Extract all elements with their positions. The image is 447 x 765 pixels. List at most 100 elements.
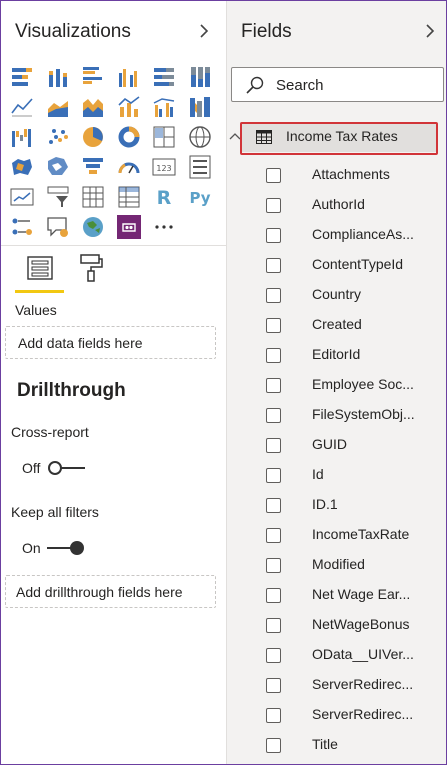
search-input[interactable]: Search (231, 67, 444, 102)
field-label: Title (312, 736, 338, 752)
values-drop-well[interactable]: Add data fields here (5, 326, 216, 359)
field-checkbox[interactable] (266, 348, 281, 363)
field-checkbox[interactable] (266, 498, 281, 513)
svg-text:R: R (157, 187, 172, 209)
field-label: AuthorId (312, 196, 365, 212)
field-item[interactable]: ComplianceAs... (227, 220, 446, 250)
line-and-stacked-column-chart-icon[interactable] (117, 95, 141, 119)
svg-text:Py: Py (189, 189, 210, 207)
field-item[interactable]: EditorId (227, 340, 446, 370)
table-icon[interactable] (81, 185, 105, 209)
field-item[interactable]: Modified (227, 550, 446, 580)
stacked-area-chart-icon[interactable] (81, 95, 105, 119)
map-icon[interactable] (188, 125, 212, 149)
stacked-column-chart-icon[interactable] (46, 65, 70, 89)
field-item[interactable]: ServerRedirec... (227, 670, 446, 700)
field-item[interactable]: Created (227, 310, 446, 340)
ribbon-chart-icon[interactable] (188, 95, 212, 119)
field-checkbox[interactable] (266, 528, 281, 543)
field-item[interactable]: ContentTypeId (227, 250, 446, 280)
chevron-right-icon[interactable] (199, 23, 209, 42)
field-item[interactable]: Id (227, 460, 446, 490)
field-checkbox[interactable] (266, 228, 281, 243)
area-chart-icon[interactable] (46, 95, 70, 119)
field-checkbox[interactable] (266, 468, 281, 483)
clustered-bar-chart-icon[interactable] (81, 65, 105, 89)
field-checkbox[interactable] (266, 678, 281, 693)
python-visual-icon[interactable]: Py (188, 185, 212, 209)
r-script-visual-icon[interactable]: R (152, 185, 176, 209)
treemap-icon[interactable] (152, 125, 176, 149)
cross-report-toggle[interactable] (47, 460, 87, 481)
stacked-bar-chart-icon[interactable] (10, 65, 34, 89)
paint-roller-icon[interactable] (79, 253, 103, 288)
fields-well-tab-icon[interactable] (27, 255, 53, 286)
field-item[interactable]: NetWageBonus (227, 610, 446, 640)
pie-chart-icon[interactable] (81, 125, 105, 149)
field-checkbox[interactable] (266, 438, 281, 453)
qna-visual-icon[interactable] (46, 215, 70, 239)
more-options-icon[interactable] (152, 215, 176, 239)
field-label: Net Wage Ear... (312, 586, 411, 602)
kpi-icon[interactable] (10, 185, 34, 209)
field-label: ServerRedirec... (312, 676, 414, 692)
slicer-icon[interactable] (46, 185, 70, 209)
field-checkbox[interactable] (266, 738, 281, 753)
gauge-icon[interactable] (117, 155, 141, 179)
waterfall-chart-icon[interactable] (10, 125, 34, 149)
clustered-column-chart-icon[interactable] (117, 65, 141, 89)
shape-map-icon[interactable] (46, 155, 70, 179)
key-influencers-icon[interactable] (10, 215, 34, 239)
filled-map-icon[interactable] (10, 155, 34, 179)
field-item[interactable]: Country (227, 280, 446, 310)
field-checkbox[interactable] (266, 708, 281, 723)
chevron-right-icon[interactable] (425, 23, 435, 42)
field-item[interactable]: ID.1 (227, 490, 446, 520)
field-label: Id (312, 466, 324, 482)
field-checkbox[interactable] (266, 378, 281, 393)
field-checkbox[interactable] (266, 558, 281, 573)
field-label: EditorId (312, 346, 361, 362)
line-chart-icon[interactable] (10, 95, 34, 119)
field-checkbox[interactable] (266, 618, 281, 633)
field-item[interactable]: AuthorId (227, 190, 446, 220)
search-placeholder: Search (276, 77, 324, 94)
cross-report-state: Off (22, 460, 41, 476)
fields-title: Fields (241, 21, 292, 42)
field-item[interactable]: Attachments (227, 160, 446, 190)
field-checkbox[interactable] (266, 258, 281, 273)
keep-all-filters-toggle[interactable] (47, 540, 87, 561)
field-item[interactable]: GUID (227, 430, 446, 460)
field-item[interactable]: Employee Soc... (227, 370, 446, 400)
field-item[interactable]: IncomeTaxRate (227, 520, 446, 550)
field-checkbox[interactable] (266, 318, 281, 333)
100-percent-stacked-bar-chart-icon[interactable] (152, 65, 176, 89)
field-label: ComplianceAs... (312, 226, 414, 242)
funnel-chart-icon[interactable] (81, 155, 105, 179)
app-frame: Visualizations 123 R Py Values Add data fi… (0, 0, 447, 765)
field-item[interactable]: ServerRedirec... (227, 700, 446, 730)
100-percent-stacked-column-chart-icon[interactable] (188, 65, 212, 89)
field-item[interactable]: FileSystemObj... (227, 400, 446, 430)
field-checkbox[interactable] (266, 198, 281, 213)
field-label: Country (312, 286, 362, 302)
multi-row-card-icon[interactable] (188, 155, 212, 179)
field-label: Modified (312, 556, 365, 572)
field-item[interactable]: Title (227, 730, 446, 760)
drillthrough-drop-well[interactable]: Add drillthrough fields here (5, 575, 216, 608)
field-checkbox[interactable] (266, 588, 281, 603)
field-checkbox[interactable] (266, 408, 281, 423)
scatter-chart-icon[interactable] (46, 125, 70, 149)
field-item[interactable]: Net Wage Ear... (227, 580, 446, 610)
donut-chart-icon[interactable] (117, 125, 141, 149)
line-and-clustered-column-chart-icon[interactable] (152, 95, 176, 119)
matrix-icon[interactable] (117, 185, 141, 209)
field-checkbox[interactable] (266, 168, 281, 183)
card-icon[interactable]: 123 (152, 155, 176, 179)
table-node-income-tax-rates[interactable]: Income Tax Rates (227, 118, 446, 156)
field-checkbox[interactable] (266, 648, 281, 663)
field-item[interactable]: OData__UIVer... (227, 640, 446, 670)
power-apps-icon[interactable] (116, 215, 141, 239)
field-checkbox[interactable] (266, 288, 281, 303)
arcgis-map-icon[interactable] (81, 215, 105, 239)
